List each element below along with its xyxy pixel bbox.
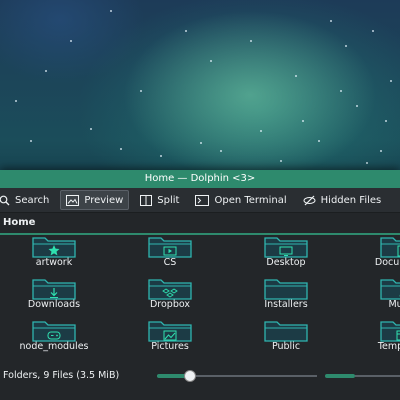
split-label: Split: [157, 194, 180, 206]
star: [30, 140, 32, 142]
open-terminal-button[interactable]: Open Terminal: [190, 191, 291, 209]
zoom-slider-handle[interactable]: [184, 370, 196, 382]
file-item[interactable]: artwork: [0, 234, 109, 272]
hidden-eye-icon: [303, 195, 316, 205]
file-name: Pictures: [151, 341, 189, 352]
star: [302, 120, 304, 122]
file-item[interactable]: CS: [115, 234, 225, 272]
search-label: Search: [15, 194, 50, 206]
file-item[interactable]: node_modules: [0, 318, 109, 356]
file-item[interactable]: Music: [347, 276, 400, 314]
star: [380, 150, 382, 152]
star: [15, 100, 17, 102]
star: [120, 148, 122, 150]
file-item[interactable]: Installers: [231, 276, 341, 314]
breadcrumb-home[interactable]: Home: [3, 217, 35, 228]
search-icon: [0, 195, 10, 205]
file-item[interactable]: Documents: [347, 234, 400, 272]
file-name: CS: [163, 257, 177, 268]
file-item[interactable]: Dropbox: [115, 276, 225, 314]
split-icon: [140, 194, 153, 206]
file-item[interactable]: Downloads: [0, 276, 109, 314]
file-item[interactable]: Templates: [347, 318, 400, 356]
star: [318, 140, 320, 142]
dolphin-window: Home — Dolphin <3> Search Preview Split: [0, 170, 400, 400]
star: [260, 130, 262, 132]
file-name: Templates: [377, 341, 400, 352]
split-button[interactable]: Split: [135, 191, 184, 209]
file-name: Installers: [264, 299, 308, 310]
star: [385, 120, 387, 122]
terminal-icon: [195, 194, 210, 206]
star: [390, 80, 392, 82]
star: [160, 155, 162, 157]
file-grid: artwork CS Desktop Documents Downloads Dropbo…: [0, 234, 400, 374]
file-name: Desktop: [266, 257, 306, 268]
star: [140, 90, 142, 92]
file-item[interactable]: Public: [231, 318, 341, 356]
preview-button[interactable]: Preview: [60, 190, 130, 210]
breadcrumb[interactable]: Home: [0, 213, 400, 235]
star: [330, 20, 332, 22]
hidden-files-label: Hidden Files: [320, 194, 382, 206]
file-item[interactable]: Desktop: [231, 234, 341, 272]
file-name: Downloads: [27, 299, 81, 310]
star: [45, 70, 47, 72]
toolbar: Search Preview Split Open Terminal Hidde…: [0, 188, 400, 213]
preview-label: Preview: [84, 194, 124, 206]
star: [200, 142, 202, 144]
space-indicator: [325, 374, 355, 378]
preview-icon: [66, 194, 80, 206]
open-terminal-label: Open Terminal: [214, 194, 287, 206]
file-name: Public: [271, 341, 301, 352]
star: [340, 90, 342, 92]
star: [356, 105, 358, 107]
star: [280, 160, 282, 162]
star: [70, 40, 72, 42]
star: [372, 30, 374, 32]
search-button[interactable]: Search: [0, 191, 54, 209]
star: [210, 60, 212, 62]
space-indicator-track: [355, 375, 400, 377]
star: [366, 162, 368, 164]
window-title[interactable]: Home — Dolphin <3>: [0, 170, 400, 188]
file-name: artwork: [35, 257, 73, 268]
file-name: Dropbox: [149, 299, 191, 310]
hidden-files-button[interactable]: Hidden Files: [298, 191, 387, 209]
status-summary: Folders, 9 Files (3.5 MiB): [3, 370, 120, 381]
star: [110, 10, 112, 12]
file-name: Music: [388, 299, 400, 310]
star: [345, 45, 347, 47]
star: [185, 30, 187, 32]
file-name: Documents: [374, 257, 400, 268]
status-bar: Folders, 9 Files (3.5 MiB): [0, 368, 400, 384]
file-name: node_modules: [19, 341, 89, 352]
star: [295, 75, 297, 77]
star: [250, 40, 252, 42]
star: [220, 150, 222, 152]
star: [90, 128, 92, 130]
file-item[interactable]: Pictures: [115, 318, 225, 356]
